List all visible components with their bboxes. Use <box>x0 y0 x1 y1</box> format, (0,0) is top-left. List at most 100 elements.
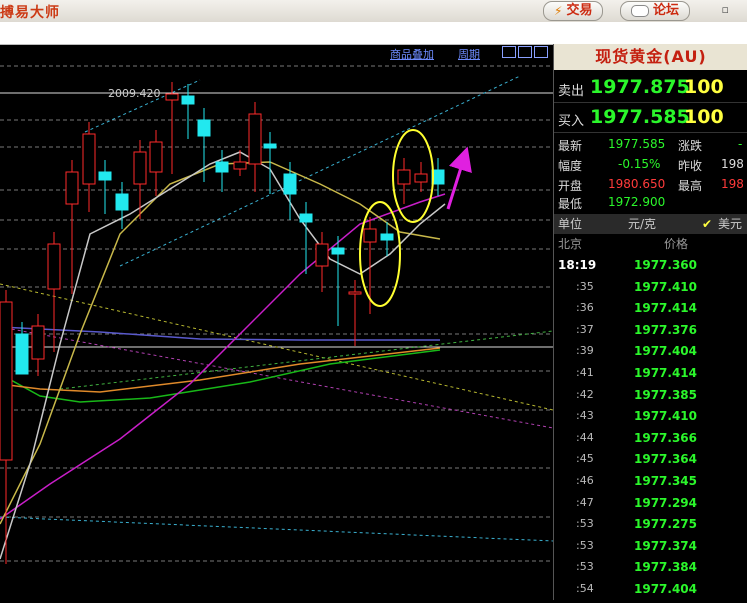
tick-time: :53 <box>576 560 594 574</box>
candle-body <box>98 171 112 181</box>
candle-body <box>363 228 377 243</box>
candle-body <box>133 151 147 185</box>
tick-time: :46 <box>576 474 594 487</box>
candle-body <box>248 113 262 165</box>
candle-body <box>65 171 79 205</box>
candle-body <box>197 119 211 137</box>
tick-time: :45 <box>576 452 594 466</box>
ma-line-magenta <box>0 193 446 520</box>
tick-price: 1977.384 <box>634 560 698 575</box>
tick-row: :47 1977.294 <box>554 496 747 517</box>
tick-row: :45 1977.364 <box>554 452 747 473</box>
tick-time: :47 <box>576 495 594 509</box>
tick-time: :41 <box>576 366 594 379</box>
ma-line-yellow <box>0 161 441 525</box>
tick-time: :42 <box>576 387 594 401</box>
candle-body <box>31 325 45 360</box>
overlay-link[interactable]: 商品叠加 <box>390 46 434 62</box>
candle-body <box>283 173 297 195</box>
tick-price: 1977.360 <box>634 258 698 272</box>
candle-body <box>233 161 247 170</box>
sell-row[interactable]: 卖出 1977.875 100 <box>554 74 747 103</box>
tick-row: :53 1977.275 <box>554 517 747 538</box>
check-icon[interactable]: ✔ <box>702 214 712 234</box>
unit-bar: 单位 元/克 ✔ 美元 <box>554 214 747 234</box>
tick-row: :37 1977.376 <box>554 323 747 344</box>
candle-body <box>215 161 229 173</box>
app-title: 搏易大师 <box>0 5 60 21</box>
tick-price: 1977.414 <box>634 301 698 316</box>
tick-row: :36 1977.414 <box>554 301 747 322</box>
buy-row[interactable]: 买入 1977.585 100 <box>554 104 747 133</box>
tick-time: :43 <box>576 409 594 423</box>
stat-low: 1972.900 <box>608 195 666 209</box>
tick-time: :53 <box>576 538 594 552</box>
chat-bubble-icon <box>631 5 649 17</box>
unit-value: 元/克 <box>628 217 657 231</box>
tick-time: 18:19 <box>558 258 597 272</box>
tick-time: :36 <box>576 301 594 315</box>
candle-body <box>47 243 61 290</box>
tick-price: 1977.374 <box>634 538 698 553</box>
tick-price: 1977.410 <box>634 409 698 424</box>
instrument-title: 现货黄金(AU) <box>554 44 747 70</box>
tick-price: 1977.414 <box>634 366 698 380</box>
candle-body <box>397 169 411 185</box>
tick-price: 1977.366 <box>634 430 698 445</box>
toolbar-strip <box>0 22 747 45</box>
lightning-icon: ⚡ <box>554 4 563 18</box>
tick-price: 1977.404 <box>634 582 698 596</box>
ma-line-green <box>0 349 441 403</box>
tick-price: 1977.404 <box>634 344 698 359</box>
trend-arrow-icon <box>446 146 472 210</box>
currency-toggle[interactable]: 美元 <box>718 214 742 234</box>
tick-time: :54 <box>576 582 594 595</box>
period-link[interactable]: 周期 <box>458 46 480 62</box>
candle-body <box>414 173 428 183</box>
candle-body <box>115 193 129 211</box>
candle-body <box>380 233 394 241</box>
stat-change-pct: -0.15% <box>618 157 661 171</box>
candlestick-chart[interactable]: 2009.420 <box>0 44 553 600</box>
sell-price: 1977.875 <box>590 76 690 98</box>
sell-volume: 100 <box>684 76 724 98</box>
support-line-magenta <box>0 326 553 429</box>
nav-left-icon[interactable] <box>502 46 516 58</box>
nav-expand-icon[interactable] <box>534 46 548 58</box>
candle-body <box>149 141 163 173</box>
tick-price: 1977.385 <box>634 387 698 402</box>
candle-body <box>315 243 329 267</box>
tick-row: :43 1977.410 <box>554 409 747 430</box>
forum-button[interactable]: 论坛 <box>620 1 691 21</box>
quote-panel: 现货黄金(AU) 卖出 1977.875 100 买入 1977.585 100… <box>553 44 747 600</box>
tick-time: :53 <box>576 517 594 531</box>
tick-row: :44 1977.366 <box>554 431 747 452</box>
high-annotation: 2009.420 <box>108 87 161 100</box>
candle-body <box>299 213 313 223</box>
tick-price: 1977.345 <box>634 474 698 488</box>
trade-button[interactable]: ⚡ 交易 <box>543 1 604 21</box>
tick-price: 1977.294 <box>634 495 698 510</box>
stat-latest: 1977.585 <box>608 137 666 151</box>
nav-right-icon[interactable] <box>518 46 532 58</box>
candle-body <box>331 247 345 255</box>
tick-row: :53 1977.374 <box>554 539 747 560</box>
buy-price: 1977.585 <box>590 106 690 128</box>
candle-body <box>181 95 195 105</box>
tick-price: 1977.364 <box>634 452 698 467</box>
tick-row: :39 1977.404 <box>554 344 747 365</box>
title-bar: 搏易大师 ⚡ 交易 论坛 ▫ <box>0 0 747 23</box>
tick-row: :35 1977.410 <box>554 280 747 301</box>
candle-body <box>15 333 29 375</box>
tick-row: :42 1977.385 <box>554 388 747 409</box>
tick-time: :37 <box>576 322 594 336</box>
tick-price: 1977.376 <box>634 322 698 337</box>
tick-row: :41 1977.414 <box>554 366 747 387</box>
tick-time: :39 <box>576 344 594 358</box>
window-controls[interactable]: ▫ <box>722 3 729 16</box>
tick-time: :35 <box>576 279 594 293</box>
buy-volume: 100 <box>684 106 724 128</box>
stat-open: 1980.650 <box>608 177 666 191</box>
candle-body <box>82 133 96 185</box>
tick-row: :53 1977.384 <box>554 560 747 581</box>
